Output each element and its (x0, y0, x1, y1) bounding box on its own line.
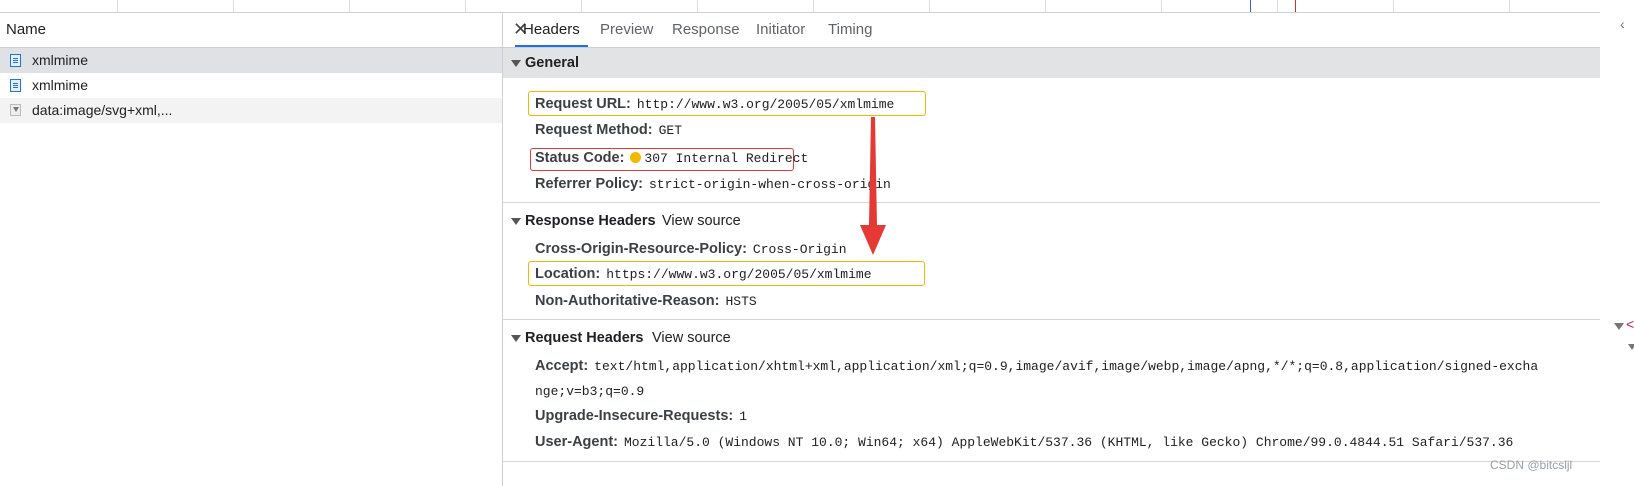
timeline-gridline (581, 0, 582, 12)
cross-origin-resource-policy-row: Cross-Origin-Resource-Policy: Cross-Origi… (535, 235, 847, 261)
upgrade-insecure-requests-row: Upgrade-Insecure-Requests: 1 (535, 402, 747, 428)
view-source-link[interactable]: View source (662, 206, 741, 236)
collapse-triangle-icon (511, 218, 521, 225)
tab-preview[interactable]: Preview (592, 13, 661, 47)
header-key: Cross-Origin-Resource-Policy: (535, 241, 747, 257)
header-value: HSTS (725, 294, 757, 309)
header-key: Request Method: (535, 122, 653, 138)
timeline-gridline (1393, 0, 1394, 12)
request-name: data:image/svg+xml,... (32, 102, 173, 118)
request-row[interactable]: xmlmime (0, 73, 502, 98)
document-icon (10, 54, 21, 67)
header-value: nge;v=b3;q=0.9 (535, 384, 645, 399)
request-headers-title: Request Headers (525, 330, 644, 346)
general-title: General (525, 55, 579, 71)
timeline-gridline (1045, 0, 1046, 12)
timeline-gridline (465, 0, 466, 12)
request-name: xmlmime (32, 52, 88, 68)
timeline-gridline (813, 0, 814, 12)
header-value: http://www.w3.org/2005/05/xmlmime (636, 97, 895, 112)
load-event-marker (1295, 0, 1296, 12)
timeline-gridline (929, 0, 930, 12)
request-details-panel: ✕ Headers Preview Response Initiator Tim… (503, 13, 1600, 486)
accept-row-continuation: nge;v=b3;q=0.9 (535, 377, 644, 403)
header-key: Referrer Policy: (535, 176, 643, 192)
timeline-gridline (1161, 0, 1162, 12)
element-tag-icon: < (1626, 316, 1634, 332)
section-divider (503, 319, 1600, 320)
tab-headers[interactable]: Headers (515, 13, 588, 47)
image-icon (10, 104, 21, 116)
section-divider (503, 202, 1600, 203)
timeline-gridline (697, 0, 698, 12)
tab-response[interactable]: Response (664, 13, 748, 47)
header-value: 1 (739, 409, 748, 424)
status-code-row: Status Code: 307 Internal Redirect (535, 144, 808, 170)
collapse-triangle-icon (511, 335, 521, 342)
request-headers-section-header[interactable]: Request Headers View source (503, 323, 1622, 353)
header-key: Status Code: (535, 150, 625, 166)
accept-row: Accept: text/html,application/xhtml+xml,a… (535, 352, 1538, 378)
timeline-gridline (1509, 0, 1510, 12)
timeline-gridline (233, 0, 234, 12)
user-agent-row: User-Agent: Mozilla/5.0 (Windows NT 10.0;… (535, 428, 1513, 454)
collapse-triangle-icon (511, 60, 521, 67)
response-headers-title: Response Headers (525, 213, 656, 229)
document-icon (10, 79, 21, 92)
details-tab-bar: ✕ Headers Preview Response Initiator Tim… (503, 13, 1600, 48)
dom-content-loaded-marker (1250, 0, 1251, 12)
header-key: Location: (535, 266, 601, 282)
timeline-gridline (117, 0, 118, 12)
request-row[interactable]: data:image/svg+xml,... (0, 98, 502, 123)
timeline-gridline (1277, 0, 1278, 12)
tab-initiator[interactable]: Initiator (748, 13, 813, 47)
status-warning-dot-icon (630, 152, 642, 164)
referrer-policy-row: Referrer Policy: strict-origin-when-cross… (535, 170, 891, 196)
response-headers-section-header[interactable]: Response Headers View source (503, 206, 1622, 236)
timeline-overview[interactable] (0, 0, 1600, 13)
header-value: 307 Internal Redirect (644, 151, 809, 166)
request-method-row: Request Method: GET (535, 116, 682, 142)
section-divider (503, 461, 1600, 462)
tab-timing[interactable]: Timing (820, 13, 880, 47)
timeline-gridline (349, 0, 350, 12)
request-list-panel: Name xmlmime xmlmime data:image/svg+xml,… (0, 13, 503, 486)
header-key: Non-Authoritative-Reason: (535, 293, 720, 309)
watermark: CSDN @bitcsljl (1490, 458, 1573, 472)
header-value: strict-origin-when-cross-origin (649, 177, 891, 192)
redirect-arrow-annotation (860, 117, 886, 255)
arrow-shape (860, 117, 886, 255)
header-key: User-Agent: (535, 434, 618, 450)
header-value: GET (658, 123, 683, 138)
header-key: Request URL: (535, 96, 631, 112)
view-source-link[interactable]: View source (652, 323, 731, 353)
request-row[interactable]: xmlmime (0, 48, 502, 73)
request-url-row: Request URL: http://www.w3.org/2005/05/xm… (535, 90, 894, 116)
non-authoritative-reason-row: Non-Authoritative-Reason: HSTS (535, 287, 757, 313)
general-section-header[interactable]: General (503, 48, 1600, 78)
name-column-header[interactable]: Name (0, 13, 502, 48)
location-row: Location: https://www.w3.org/2005/05/xmlm… (535, 260, 872, 286)
request-name: xmlmime (32, 77, 88, 93)
header-value: Mozilla/5.0 (Windows NT 10.0; Win64; x64… (623, 435, 1514, 450)
header-value: Cross-Origin (752, 242, 847, 257)
header-value: https://www.w3.org/2005/05/xmlmime (606, 267, 872, 282)
header-key: Upgrade-Insecure-Requests: (535, 408, 734, 424)
chevron-left-icon[interactable]: ‹ (1620, 16, 1625, 32)
collapse-triangle-icon (1628, 344, 1634, 350)
header-key: Accept: (535, 358, 589, 374)
collapse-triangle-icon (1614, 323, 1624, 330)
header-value: text/html,application/xhtml+xml,applicat… (594, 359, 1539, 374)
